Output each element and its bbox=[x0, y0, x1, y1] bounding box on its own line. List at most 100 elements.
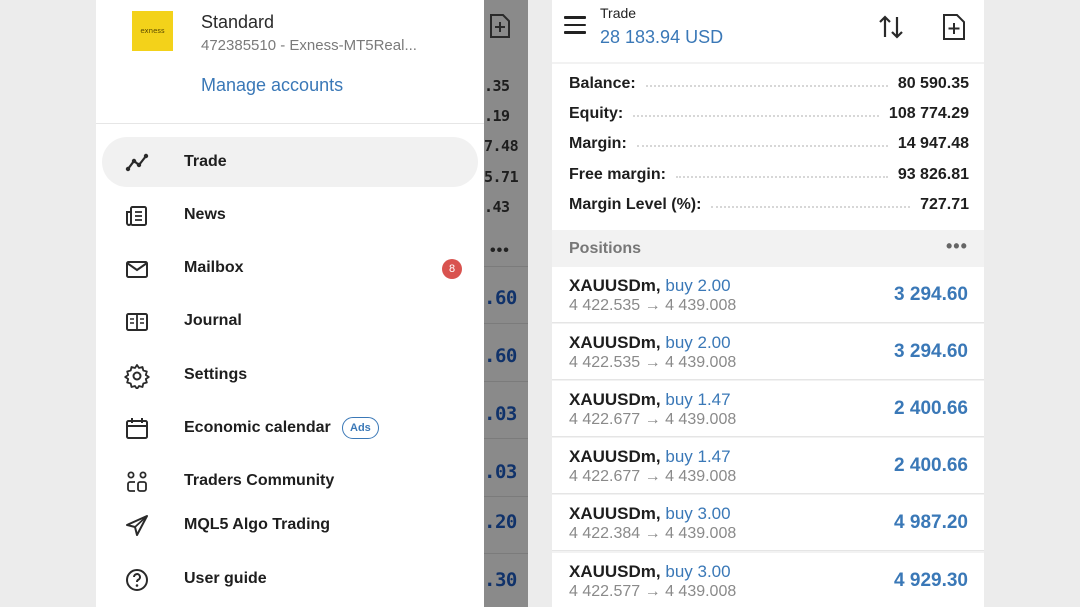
dimmed-trade-background[interactable]: .35 .19 7.48 5.71 .43 ••• .60 .60 .03 .0… bbox=[484, 0, 528, 607]
background-divider bbox=[484, 266, 528, 267]
menu-item-traders-community[interactable]: Traders Community bbox=[102, 456, 478, 506]
menu-item-news[interactable]: News bbox=[102, 190, 478, 240]
menu-item-label: MQL5 Algo Trading bbox=[184, 516, 331, 533]
background-profit: .30 bbox=[484, 569, 517, 591]
positions-header: Positions ••• bbox=[552, 232, 984, 266]
position-profit: 3 294.60 bbox=[894, 284, 968, 305]
summary-label: Balance: bbox=[569, 75, 636, 92]
position-symbol: XAUUSDm, bbox=[569, 390, 661, 409]
position-row[interactable]: XAUUSDm, buy 3.00 4 422.577 → 4 439.008 … bbox=[552, 553, 984, 607]
position-title: XAUUSDm, buy 2.00 bbox=[569, 276, 731, 296]
menu-item-trade[interactable]: Trade bbox=[102, 137, 478, 187]
ads-tag: Ads bbox=[342, 417, 379, 439]
navigation-drawer: exness Standard 472385510 - Exness-MT5Re… bbox=[96, 0, 484, 607]
dotted-leader bbox=[675, 176, 888, 178]
new-order-icon[interactable] bbox=[940, 12, 968, 42]
background-value: .43 bbox=[484, 198, 510, 216]
menu-item-economic-calendar[interactable]: Economic calendar Ads bbox=[102, 403, 478, 453]
background-profit: .03 bbox=[484, 461, 517, 483]
background-divider bbox=[484, 496, 528, 497]
floating-profit-header: 28 183.94 USD bbox=[600, 27, 724, 47]
menu-hamburger-icon[interactable] bbox=[564, 16, 588, 36]
position-title: XAUUSDm, buy 2.00 bbox=[569, 333, 731, 353]
menu-item-journal[interactable]: Journal bbox=[102, 296, 478, 346]
summary-value: 14 947.48 bbox=[897, 135, 969, 152]
summary-value: 108 774.29 bbox=[888, 105, 969, 122]
summary-row-free-margin: Free margin: 93 826.81 bbox=[569, 160, 969, 190]
position-profit: 2 400.66 bbox=[894, 455, 968, 476]
background-value: 5.71 bbox=[484, 168, 519, 186]
manage-accounts-link[interactable]: Manage accounts bbox=[201, 75, 343, 96]
summary-label: Margin: bbox=[569, 135, 627, 152]
calendar-icon bbox=[126, 418, 148, 439]
summary-value: 93 826.81 bbox=[897, 166, 969, 183]
journal-icon bbox=[126, 313, 148, 331]
menu-item-mql5-algo-trading[interactable]: MQL5 Algo Trading bbox=[102, 500, 478, 550]
position-prices: 4 422.535 → 4 439.008 bbox=[569, 297, 737, 314]
gear-icon bbox=[124, 364, 150, 389]
send-icon bbox=[126, 515, 148, 536]
position-side-volume: buy 2.00 bbox=[665, 276, 731, 295]
position-row[interactable]: XAUUSDm, buy 1.47 4 422.677 → 4 439.008 … bbox=[552, 381, 984, 437]
positions-label: Positions bbox=[569, 240, 642, 257]
menu-item-label: Mailbox bbox=[184, 259, 244, 276]
position-symbol: XAUUSDm, bbox=[569, 333, 661, 352]
dotted-leader bbox=[636, 145, 888, 147]
position-prices: 4 422.677 → 4 439.008 bbox=[569, 411, 737, 428]
new-order-icon bbox=[490, 14, 510, 38]
position-row[interactable]: XAUUSDm, buy 3.00 4 422.384 → 4 439.008 … bbox=[552, 495, 984, 551]
position-profit: 2 400.66 bbox=[894, 398, 968, 419]
position-prices: 4 422.535 → 4 439.008 bbox=[569, 354, 737, 371]
position-symbol: XAUUSDm, bbox=[569, 504, 661, 523]
menu-item-label: User guide bbox=[184, 570, 267, 587]
summary-label: Equity: bbox=[569, 105, 624, 122]
summary-value: 80 590.35 bbox=[897, 75, 969, 92]
summary-row-equity: Equity: 108 774.29 bbox=[569, 99, 969, 129]
account-type[interactable]: Standard bbox=[201, 12, 274, 33]
summary-label: Free margin: bbox=[569, 166, 666, 183]
more-options-icon[interactable]: ••• bbox=[946, 236, 968, 257]
summary-row-balance: Balance: 80 590.35 bbox=[569, 69, 969, 99]
account-number-server[interactable]: 472385510 - Exness-MT5Real... bbox=[201, 37, 417, 54]
position-title: XAUUSDm, buy 1.47 bbox=[569, 390, 731, 410]
position-symbol: XAUUSDm, bbox=[569, 276, 661, 295]
sort-icon[interactable] bbox=[876, 12, 906, 42]
position-prices: 4 422.384 → 4 439.008 bbox=[569, 525, 737, 542]
menu-item-label: Trade bbox=[184, 153, 227, 170]
background-profit: .60 bbox=[484, 345, 517, 367]
community-icon bbox=[127, 471, 147, 492]
menu-item-mailbox[interactable]: Mailbox 8 bbox=[102, 243, 478, 293]
broker-logo[interactable]: exness bbox=[132, 11, 173, 51]
drawer-divider bbox=[96, 123, 484, 124]
position-row[interactable]: XAUUSDm, buy 2.00 4 422.535 → 4 439.008 … bbox=[552, 267, 984, 323]
summary-row-margin: Margin: 14 947.48 bbox=[569, 129, 969, 159]
position-side-volume: buy 2.00 bbox=[665, 333, 731, 352]
unread-badge: 8 bbox=[442, 259, 462, 279]
summary-value: 727.71 bbox=[920, 196, 969, 213]
menu-item-label: News bbox=[184, 206, 226, 223]
menu-item-user-guide[interactable]: User guide bbox=[102, 554, 478, 604]
menu-item-label: Settings bbox=[184, 366, 248, 383]
position-title: XAUUSDm, buy 3.00 bbox=[569, 504, 731, 524]
background-divider bbox=[484, 323, 528, 324]
background-value: 7.48 bbox=[484, 137, 519, 155]
position-title: XAUUSDm, buy 1.47 bbox=[569, 447, 731, 467]
mail-icon bbox=[126, 261, 148, 278]
position-side-volume: buy 1.47 bbox=[665, 447, 731, 466]
position-prices: 4 422.677 → 4 439.008 bbox=[569, 468, 737, 485]
dotted-leader bbox=[645, 85, 888, 87]
right-phone-screen: Trade 28 183.94 USD Balance: 80 590.35 E… bbox=[552, 0, 984, 607]
position-row[interactable]: XAUUSDm, buy 2.00 4 422.535 → 4 439.008 … bbox=[552, 324, 984, 380]
background-divider bbox=[484, 553, 528, 554]
background-divider bbox=[484, 381, 528, 382]
position-symbol: XAUUSDm, bbox=[569, 562, 661, 581]
menu-item-label: Journal bbox=[184, 312, 242, 329]
position-profit: 4 987.20 bbox=[894, 512, 968, 533]
help-icon bbox=[126, 569, 148, 591]
left-phone-screen: .35 .19 7.48 5.71 .43 ••• .60 .60 .03 .0… bbox=[96, 0, 528, 607]
dotted-leader bbox=[711, 206, 911, 208]
position-row[interactable]: XAUUSDm, buy 1.47 4 422.677 → 4 439.008 … bbox=[552, 438, 984, 494]
trade-top-bar: Trade 28 183.94 USD bbox=[552, 0, 984, 62]
dotted-leader bbox=[633, 115, 879, 117]
menu-item-settings[interactable]: Settings bbox=[102, 350, 478, 400]
